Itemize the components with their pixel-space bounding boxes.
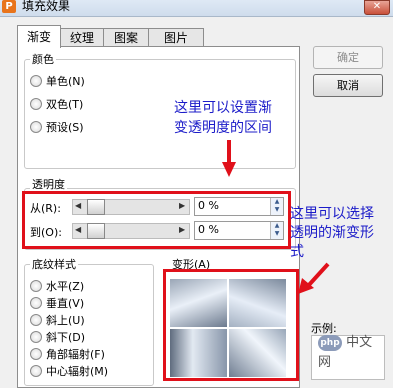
annotation-variant-line1: 这里可以选择 bbox=[290, 206, 374, 222]
from-percent-value: 0 % bbox=[198, 199, 219, 212]
radio-from-center[interactable] bbox=[30, 365, 42, 377]
close-button[interactable]: ✕ bbox=[364, 0, 390, 15]
tab-pattern[interactable]: 图案 bbox=[103, 28, 149, 47]
option-label: 垂直(V) bbox=[46, 297, 85, 310]
annotation-transparency-line2: 变透明度的区间 bbox=[174, 120, 272, 136]
tab-texture[interactable]: 纹理 bbox=[60, 28, 104, 47]
option-label: 斜上(U) bbox=[46, 314, 85, 327]
option-label: 双色(T) bbox=[46, 98, 84, 111]
window-title: 填充效果 bbox=[22, 0, 71, 13]
color-group-legend: 颜色 bbox=[30, 51, 56, 67]
annotation-transparency-line1: 这里可以设置渐 bbox=[174, 100, 272, 116]
from-percent-spinner[interactable]: 0 % ▲ ▼ bbox=[194, 197, 284, 216]
ok-button[interactable]: 确定 bbox=[313, 46, 383, 69]
shading-style-legend: 底纹样式 bbox=[30, 256, 78, 272]
radio-vertical[interactable] bbox=[30, 297, 42, 309]
option-label: 中心辐射(M) bbox=[46, 365, 109, 378]
annotation-arrow-diagonal-icon bbox=[298, 262, 330, 294]
option-label: 预设(S) bbox=[46, 121, 84, 134]
app-icon: P bbox=[2, 0, 16, 13]
annotation-arrow-down-icon bbox=[222, 140, 236, 177]
spin-up-icon[interactable]: ▲ bbox=[271, 198, 283, 206]
radio-diagonal-down[interactable] bbox=[30, 331, 42, 343]
option-label: 水平(Z) bbox=[46, 280, 85, 293]
to-label: 到(O): bbox=[30, 226, 62, 239]
radio-single-color[interactable] bbox=[30, 75, 42, 87]
to-percent-value: 0 % bbox=[198, 223, 219, 236]
radio-two-color[interactable] bbox=[30, 98, 42, 110]
slider-right-arrow-icon[interactable]: ▶ bbox=[179, 201, 185, 210]
slider-left-arrow-icon[interactable]: ◀ bbox=[75, 201, 81, 210]
spin-up-icon[interactable]: ▲ bbox=[271, 222, 283, 230]
tab-gradient[interactable]: 渐变 bbox=[17, 25, 61, 48]
from-slider-thumb[interactable] bbox=[87, 199, 105, 215]
close-icon: ✕ bbox=[372, 1, 382, 12]
variant-swatch-2[interactable] bbox=[229, 279, 286, 327]
cancel-button[interactable]: 取消 bbox=[313, 74, 383, 97]
option-label: 角部辐射(F) bbox=[46, 348, 105, 361]
spin-down-icon[interactable]: ▼ bbox=[271, 206, 283, 214]
slider-right-arrow-icon[interactable]: ▶ bbox=[179, 225, 185, 234]
option-label: 单色(N) bbox=[46, 75, 85, 88]
radio-diagonal-up[interactable] bbox=[30, 314, 42, 326]
spin-down-icon[interactable]: ▼ bbox=[271, 230, 283, 238]
variant-swatch-3[interactable] bbox=[170, 329, 227, 377]
slider-left-arrow-icon[interactable]: ◀ bbox=[75, 225, 81, 234]
variant-swatch-1[interactable] bbox=[170, 279, 227, 327]
from-label: 从(R): bbox=[30, 202, 61, 215]
annotation-variant-line3: 式 bbox=[290, 244, 304, 260]
tab-picture[interactable]: 图片 bbox=[148, 28, 204, 47]
option-label: 斜下(D) bbox=[46, 331, 86, 344]
watermark-logo: php bbox=[318, 334, 342, 351]
watermark: php 中文网 bbox=[318, 331, 382, 370]
radio-horizontal[interactable] bbox=[30, 280, 42, 292]
variant-swatch-4[interactable] bbox=[229, 329, 286, 377]
radio-from-corner[interactable] bbox=[30, 348, 42, 360]
transparency-legend: 透明度 bbox=[30, 176, 67, 192]
to-slider-thumb[interactable] bbox=[87, 223, 105, 239]
to-percent-spinner[interactable]: 0 % ▲ ▼ bbox=[194, 221, 284, 240]
annotation-variant-line2: 透明的渐变形 bbox=[290, 225, 374, 241]
radio-preset[interactable] bbox=[30, 121, 42, 133]
